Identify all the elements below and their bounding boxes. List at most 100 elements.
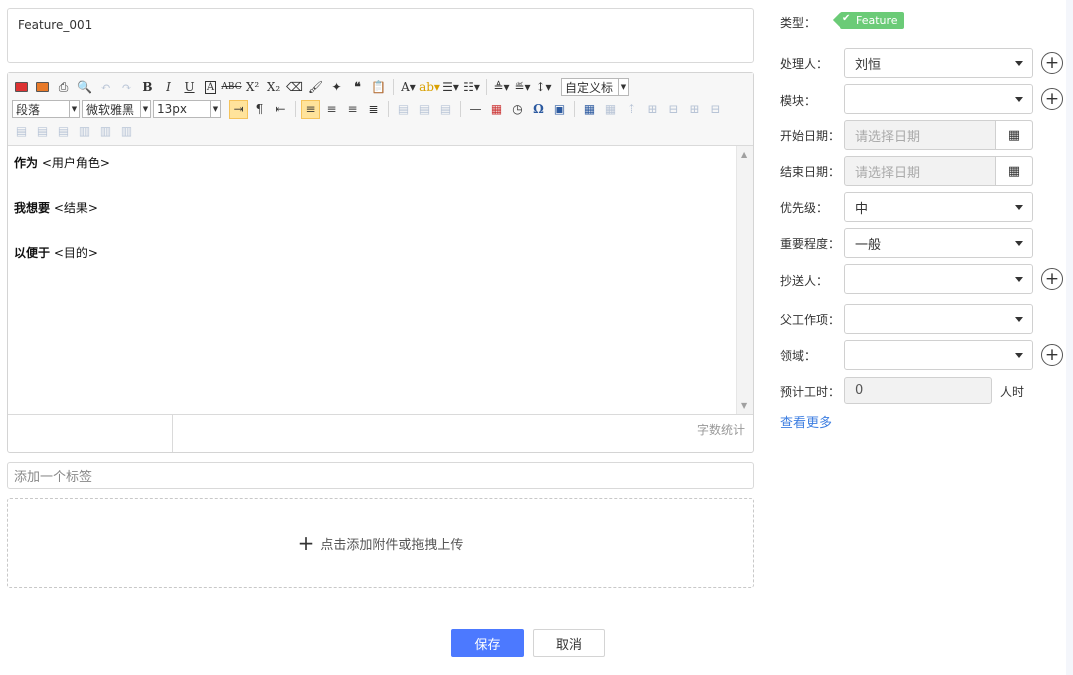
chevron-down-icon: ▼ — [618, 79, 628, 95]
tag-input[interactable]: 添加一个标签 — [7, 462, 754, 489]
font-color-icon[interactable]: A▾ — [399, 78, 418, 97]
insert-table-icon[interactable]: ▦ — [580, 100, 599, 119]
split-rows-icon[interactable]: ▥ — [96, 122, 115, 141]
scroll-down-icon[interactable]: ▼ — [741, 401, 747, 410]
paste-icon[interactable]: 📋 — [369, 78, 388, 97]
calendar-icon[interactable]: ▦ — [995, 121, 1032, 149]
highlight-icon[interactable]: ab▾ — [419, 78, 440, 97]
split-cols-icon[interactable]: ▥ — [117, 122, 136, 141]
ltr-icon[interactable]: ⇥ — [229, 99, 248, 119]
quote-icon[interactable]: ❝ — [348, 78, 367, 97]
ordered-list-icon[interactable]: ☰▾ — [441, 78, 460, 97]
word-count: 字数统计 — [696, 423, 745, 437]
calendar-icon[interactable]: ▦ — [995, 157, 1032, 185]
strikethrough-icon[interactable]: ABC — [221, 78, 241, 97]
row-spacing-bottom-icon[interactable]: ≝▾ — [513, 78, 532, 97]
line-height-icon[interactable]: ↕▾ — [534, 78, 553, 97]
merge-right-icon[interactable]: ▤ — [33, 122, 52, 141]
eraser-icon[interactable]: ⌫ — [285, 78, 304, 97]
insert-col-icon[interactable]: ⊞ — [685, 100, 704, 119]
image-left-icon[interactable]: ▤ — [394, 100, 413, 119]
merge-down-icon[interactable]: ▤ — [54, 122, 73, 141]
insert-image-icon[interactable] — [33, 78, 52, 97]
chevron-down-icon — [1015, 241, 1023, 246]
title-input[interactable]: Feature_001 — [7, 8, 754, 63]
hours-input[interactable]: 0 — [844, 377, 992, 404]
split-cells-icon[interactable]: ▥ — [75, 122, 94, 141]
chevron-down-icon — [1015, 317, 1023, 322]
row-spacing-top-icon[interactable]: ≜▾ — [492, 78, 511, 97]
align-right-icon[interactable]: ≡ — [343, 100, 362, 119]
editor-content[interactable]: 作为 <用户角色> 我想要 <结果> 以便于 <目的> — [8, 146, 737, 422]
insert-paragraph-icon[interactable]: ⇡ — [622, 100, 641, 119]
priority-select[interactable]: 中 — [844, 192, 1033, 222]
cc-select[interactable] — [844, 264, 1033, 294]
border-text-icon[interactable]: A — [201, 78, 220, 97]
add-domain-button[interactable]: + — [1041, 344, 1063, 366]
rtl-icon[interactable]: ¶ — [250, 100, 269, 119]
paragraph-label: 段落 — [16, 102, 41, 117]
start-date-picker[interactable]: 请选择日期 ▦ — [844, 120, 1033, 150]
unordered-list-icon[interactable]: ☷▾ — [462, 78, 481, 97]
editor-statusbar: 字数统计 — [8, 414, 753, 452]
type-label: 类型： — [780, 16, 817, 30]
image-center-icon[interactable]: ▤ — [436, 100, 455, 119]
upload-label: 点击添加附件或拖拽上传 — [320, 537, 464, 553]
subscript-icon[interactable]: X₂ — [264, 78, 283, 97]
add-cc-button[interactable]: + — [1041, 268, 1063, 290]
align-center-icon[interactable]: ≡ — [322, 100, 341, 119]
delete-row-icon[interactable]: ⊟ — [664, 100, 683, 119]
merge-cells-icon[interactable]: ▤ — [12, 122, 31, 141]
template-icon[interactable]: ▣ — [550, 100, 569, 119]
format-brush-icon[interactable]: 🖌 — [306, 78, 325, 97]
upload-dropzone[interactable]: + 点击添加附件或拖拽上传 — [7, 498, 754, 588]
horizontal-rule-icon[interactable]: — — [466, 100, 485, 119]
date-icon[interactable]: ▦ — [487, 100, 506, 119]
font-select[interactable]: 微软雅黑 ▼ — [82, 100, 151, 118]
image-none-icon[interactable]: ▤ — [415, 100, 434, 119]
undo-icon[interactable]: ↶ — [96, 78, 115, 97]
superscript-icon[interactable]: X² — [243, 78, 262, 97]
importance-value: 一般 — [855, 237, 882, 253]
italic-icon[interactable]: I — [159, 78, 178, 97]
parent-select[interactable] — [844, 304, 1033, 334]
priority-value: 中 — [855, 201, 869, 217]
cancel-button[interactable]: 取消 — [533, 629, 605, 657]
chevron-down-icon — [1015, 61, 1023, 66]
end-date-picker[interactable]: 请选择日期 ▦ — [844, 156, 1033, 186]
view-more-link[interactable]: 查看更多 — [780, 412, 832, 431]
custom-title-select[interactable]: 自定义标 ▼ — [561, 78, 629, 96]
image-icon[interactable] — [12, 78, 31, 97]
toolbar-separator — [574, 101, 575, 117]
delete-table-icon[interactable]: ▦ — [601, 100, 620, 119]
align-left-icon[interactable]: ≡ — [301, 99, 320, 119]
paragraph-select[interactable]: 段落 ▼ — [12, 100, 80, 118]
time-icon[interactable]: ◷ — [508, 100, 527, 119]
preview-icon[interactable]: 🔍 — [75, 78, 94, 97]
save-button[interactable]: 保存 — [451, 629, 524, 657]
insert-row-icon[interactable]: ⊞ — [643, 100, 662, 119]
redo-icon[interactable]: ↷ — [117, 78, 136, 97]
delete-col-icon[interactable]: ⊟ — [706, 100, 725, 119]
print-icon[interactable]: ⎙ — [54, 78, 73, 97]
font-size-select[interactable]: 13px ▼ — [153, 100, 221, 118]
module-select[interactable] — [844, 84, 1033, 114]
scroll-up-icon[interactable]: ▲ — [741, 150, 747, 159]
indent-icon[interactable]: ⇤ — [271, 100, 290, 119]
editor-scrollbar[interactable]: ▲ ▼ — [736, 146, 753, 414]
importance-select[interactable]: 一般 — [844, 228, 1033, 258]
content-line: 以便于 <目的> — [14, 246, 731, 261]
type-badge: ✔ Feature — [840, 12, 904, 29]
auto-format-icon[interactable]: ✦ — [327, 78, 346, 97]
parent-label: 父工作项： — [780, 313, 841, 327]
start-date-input[interactable]: 请选择日期 — [845, 121, 995, 149]
domain-select[interactable] — [844, 340, 1033, 370]
underline-icon[interactable]: U — [180, 78, 199, 97]
align-justify-icon[interactable]: ≣ — [364, 100, 383, 119]
special-char-icon[interactable]: Ω — [529, 100, 548, 119]
add-assignee-button[interactable]: + — [1041, 52, 1063, 74]
end-date-input[interactable]: 请选择日期 — [845, 157, 995, 185]
assignee-select[interactable]: 刘恒 — [844, 48, 1033, 78]
add-module-button[interactable]: + — [1041, 88, 1063, 110]
bold-icon[interactable]: B — [138, 78, 157, 97]
